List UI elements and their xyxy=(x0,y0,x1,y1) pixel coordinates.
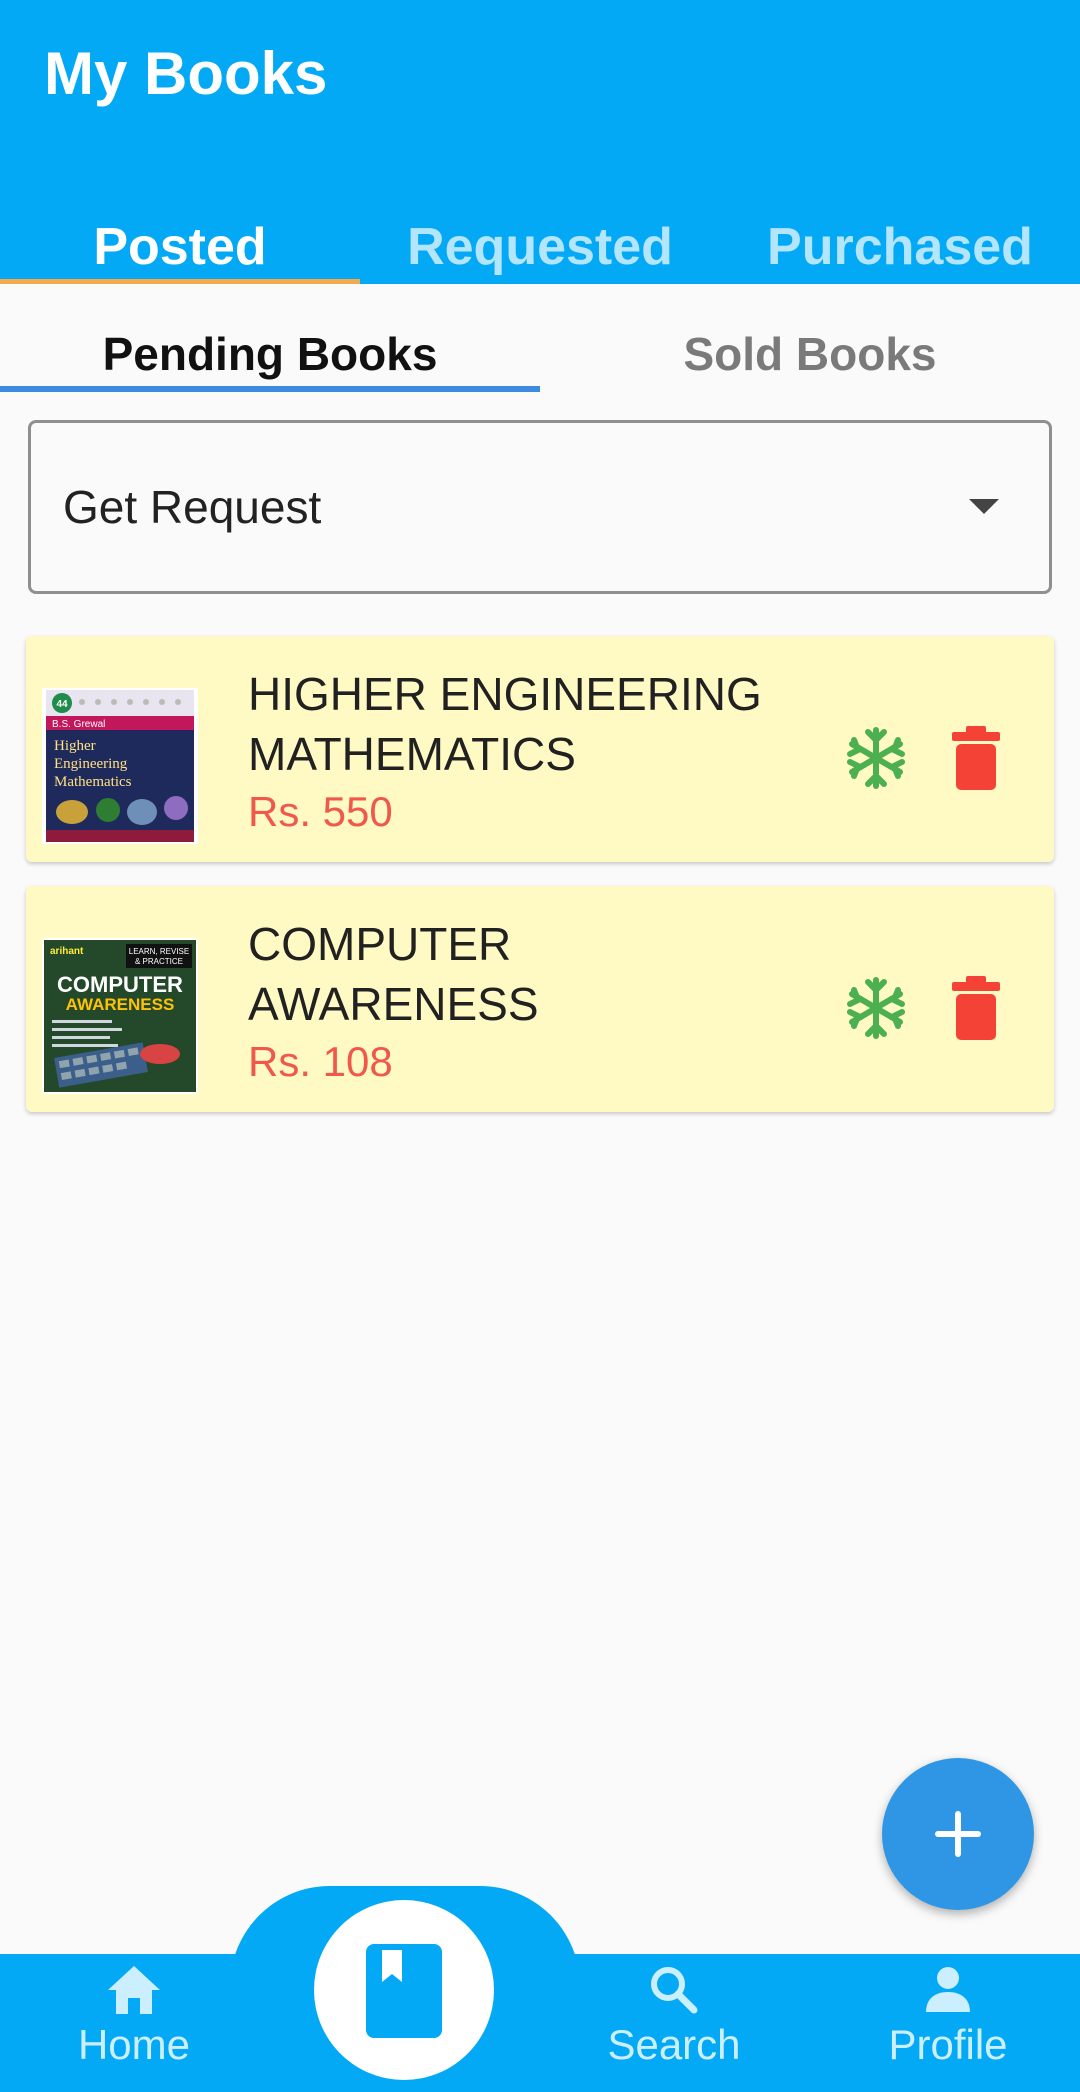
page-title: My Books xyxy=(44,40,328,107)
freeze-icon[interactable] xyxy=(844,974,908,1042)
delete-icon[interactable] xyxy=(944,974,1008,1042)
book-title: HIGHER ENGINEERING MATHEMATICS xyxy=(248,664,848,784)
main-tab-bar: Posted Requested Purchased xyxy=(0,210,1080,284)
cover-tagline1: LEARN, REVISE xyxy=(129,947,189,956)
tab-purchased[interactable]: Purchased xyxy=(720,210,1080,284)
nav-search[interactable]: Search xyxy=(584,1964,764,2090)
plus-icon xyxy=(935,1811,981,1857)
delete-icon[interactable] xyxy=(944,724,1008,792)
home-icon xyxy=(108,1966,160,2014)
nav-home-label: Home xyxy=(77,2021,191,2068)
cover-line3: Mathematics xyxy=(54,774,132,790)
person-icon xyxy=(926,1967,970,2012)
my-books-screen: My Books Posted Requested Purchased Pend… xyxy=(0,0,1080,2092)
tab-requested[interactable]: Requested xyxy=(360,210,720,284)
cover-line1: COMPUTER xyxy=(57,972,183,997)
book-price: Rs. 550 xyxy=(248,788,393,835)
search-icon xyxy=(651,1967,698,2014)
add-book-button[interactable] xyxy=(882,1758,1034,1910)
book-price: Rs. 108 xyxy=(248,1038,393,1085)
book-card[interactable]: arihant LEARN, REVISE & PRACTICE COMPUTE… xyxy=(26,886,1054,1112)
book-title-line2: AWARENESS xyxy=(248,978,539,1030)
book-title-line1: COMPUTER xyxy=(248,918,512,970)
freeze-icon[interactable] xyxy=(844,724,908,792)
cover-line1: Higher xyxy=(54,738,96,754)
book-title: COMPUTER AWARENESS xyxy=(248,914,848,1034)
book-title-line2: MATHEMATICS xyxy=(248,728,576,780)
dropdown-arrow-icon xyxy=(969,499,999,514)
book-cover-image: arihant LEARN, REVISE & PRACTICE COMPUTE… xyxy=(42,938,198,1094)
dropdown-selected-value: Get Request xyxy=(63,481,322,533)
my-books-nav-button[interactable] xyxy=(314,1900,494,2080)
tab-posted[interactable]: Posted xyxy=(0,210,360,284)
cover-edition: 44 xyxy=(56,699,68,710)
app-bar: My Books Posted Requested Purchased xyxy=(0,0,1080,284)
cover-line2: AWARENESS xyxy=(66,995,175,1014)
cover-tagline2: & PRACTICE xyxy=(135,957,183,966)
nav-home[interactable]: Home xyxy=(54,1964,214,2090)
sub-tab-bar: Pending Books Sold Books xyxy=(0,318,1080,392)
tab-sold-books[interactable]: Sold Books xyxy=(540,318,1080,392)
book-card[interactable]: 44 B.S. Grewal Higher Engineering Mathem… xyxy=(26,636,1054,862)
book-icon xyxy=(366,1944,442,2038)
book-title-line1: HIGHER ENGINEERING xyxy=(248,668,762,720)
cover-author: B.S. Grewal xyxy=(52,719,105,730)
tab-pending-books[interactable]: Pending Books xyxy=(0,318,540,392)
book-cover-image: 44 B.S. Grewal Higher Engineering Mathem… xyxy=(42,688,198,844)
nav-profile[interactable]: Profile xyxy=(868,1964,1028,2090)
request-filter-dropdown[interactable]: Get Request xyxy=(28,420,1052,594)
nav-profile-label: Profile xyxy=(888,2021,1008,2068)
cover-publisher: arihant xyxy=(50,946,84,957)
nav-search-label: Search xyxy=(607,2021,741,2068)
cover-line2: Engineering xyxy=(54,756,128,772)
